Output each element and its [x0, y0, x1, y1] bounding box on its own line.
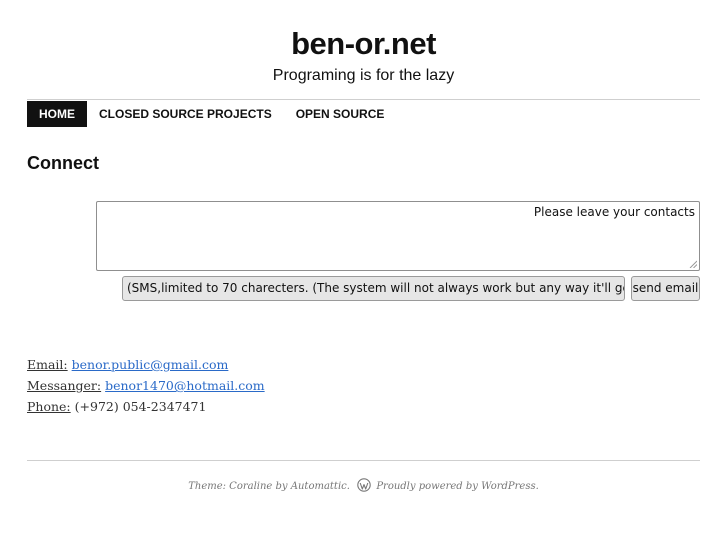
nav-item-closed-source-projects[interactable]: CLOSED SOURCE PROJECTS — [87, 101, 284, 127]
messenger-label: Messanger: — [27, 378, 102, 393]
footer-theme-author-link[interactable]: Automattic. — [291, 481, 350, 492]
phone-label: Phone: — [27, 399, 71, 414]
header-divider — [27, 99, 700, 100]
footer-theme-text: Theme: Coraline by — [188, 481, 288, 492]
site-footer: Theme: Coraline by Automattic. Proudly p… — [0, 478, 727, 495]
email-link[interactable]: benor.public@gmail.com — [72, 357, 229, 372]
messenger-link[interactable]: benor1470@hotmail.com — [105, 378, 265, 393]
nav-item-home[interactable]: HOME — [27, 101, 87, 127]
footer-divider — [27, 460, 700, 461]
email-label: Email: — [27, 357, 68, 372]
message-textarea[interactable]: Please leave your contacts — [96, 201, 700, 271]
phone-value: (+972) 054-2347471 — [74, 399, 207, 414]
send-email-button[interactable]: send email — [631, 276, 700, 301]
contact-email-row: Email: benor.public@gmail.com — [27, 357, 228, 373]
main-nav: HOME CLOSED SOURCE PROJECTS OPEN SOURCE — [27, 101, 396, 127]
sms-phone-input[interactable]: (SMS,limited to 70 charecters. (The syst… — [122, 276, 625, 301]
message-text: Please leave your contacts — [533, 205, 695, 219]
resize-grip-icon[interactable] — [689, 260, 697, 268]
footer-powered-link[interactable]: Proudly powered by WordPress. — [376, 481, 538, 492]
nav-item-open-source[interactable]: OPEN SOURCE — [284, 101, 397, 127]
wordpress-icon[interactable] — [357, 478, 371, 492]
page-title: Connect — [27, 153, 99, 173]
contact-phone-row: Phone: (+972) 054-2347471 — [27, 399, 206, 415]
contact-messenger-row: Messanger: benor1470@hotmail.com — [27, 378, 265, 394]
site-description: Programing is for the lazy — [272, 67, 455, 84]
site-title[interactable]: ben-or.net — [0, 25, 727, 63]
